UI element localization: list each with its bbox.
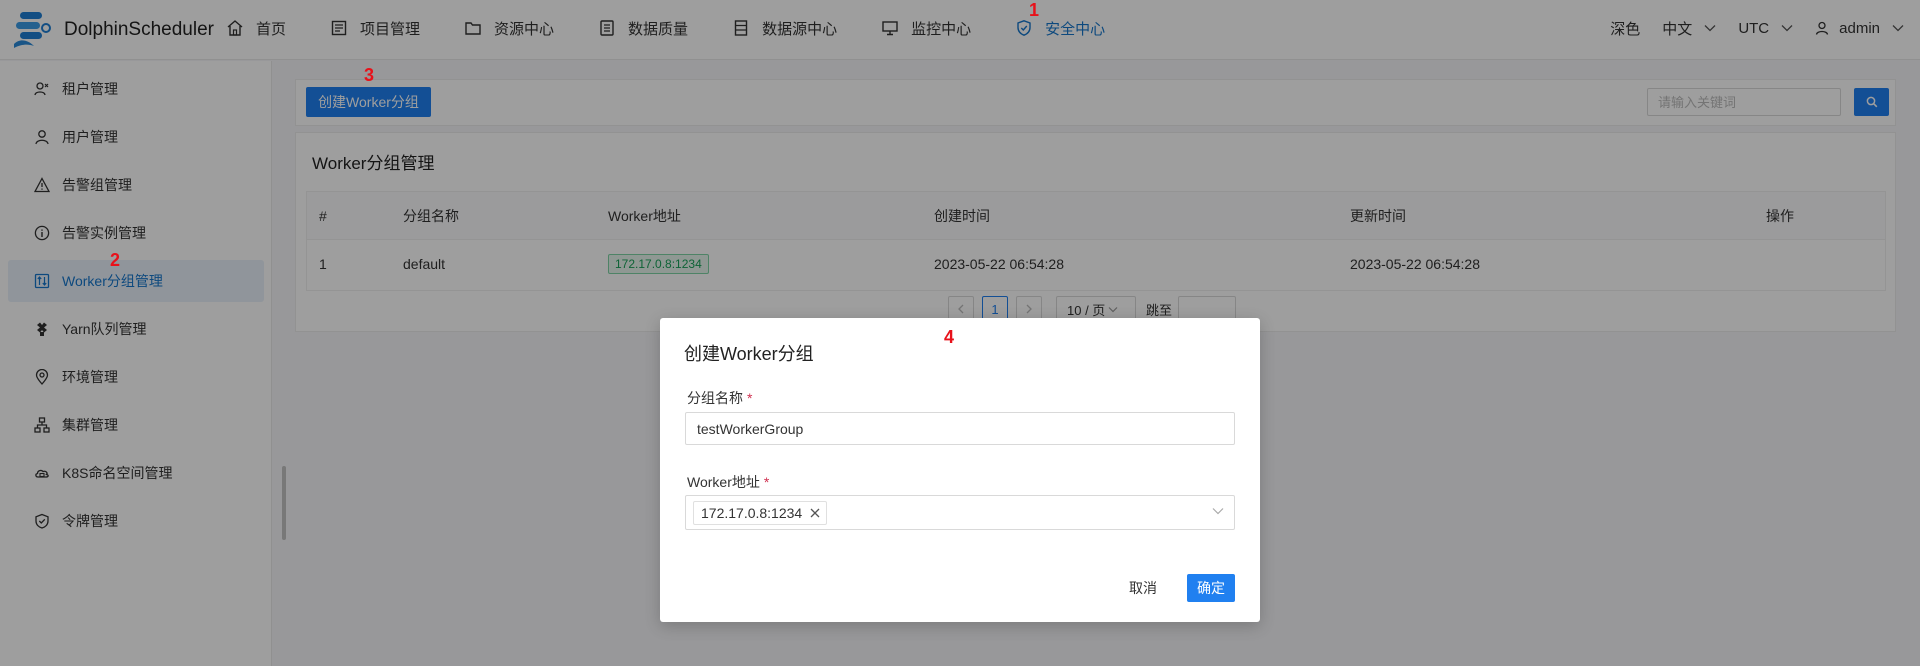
address-chip: 172.17.0.8:1234 bbox=[693, 500, 828, 525]
annotation-2: 2 bbox=[110, 250, 121, 270]
annotation-4: 4 bbox=[944, 327, 955, 347]
required-mark: * bbox=[747, 390, 753, 406]
group-name-label: 分组名称 * bbox=[687, 388, 752, 408]
worker-address-label-text: Worker地址 bbox=[687, 474, 760, 490]
dialog-title: 创建Worker分组 bbox=[684, 344, 814, 364]
chevron-down-icon bbox=[1212, 508, 1224, 515]
required-mark: * bbox=[763, 474, 770, 490]
close-icon[interactable] bbox=[810, 508, 820, 518]
annotation-1: 1 bbox=[1029, 0, 1040, 20]
worker-address-select[interactable]: 172.17.0.8:1234 bbox=[685, 495, 1235, 530]
worker-address-label: Worker地址 * bbox=[687, 472, 769, 492]
create-worker-group-dialog: 创建Worker分组 分组名称 * testWorkerGroup Worker地… bbox=[660, 318, 1260, 622]
address-chip-label: 172.17.0.8:1234 bbox=[701, 504, 803, 521]
group-name-value: testWorkerGroup bbox=[697, 420, 804, 437]
group-name-label-text: 分组名称 bbox=[687, 390, 743, 406]
confirm-button[interactable]: 确定 bbox=[1187, 574, 1235, 602]
annotation-3: 3 bbox=[364, 65, 375, 85]
cancel-button[interactable]: 取消 bbox=[1122, 574, 1164, 602]
group-name-input[interactable]: testWorkerGroup bbox=[685, 412, 1235, 445]
